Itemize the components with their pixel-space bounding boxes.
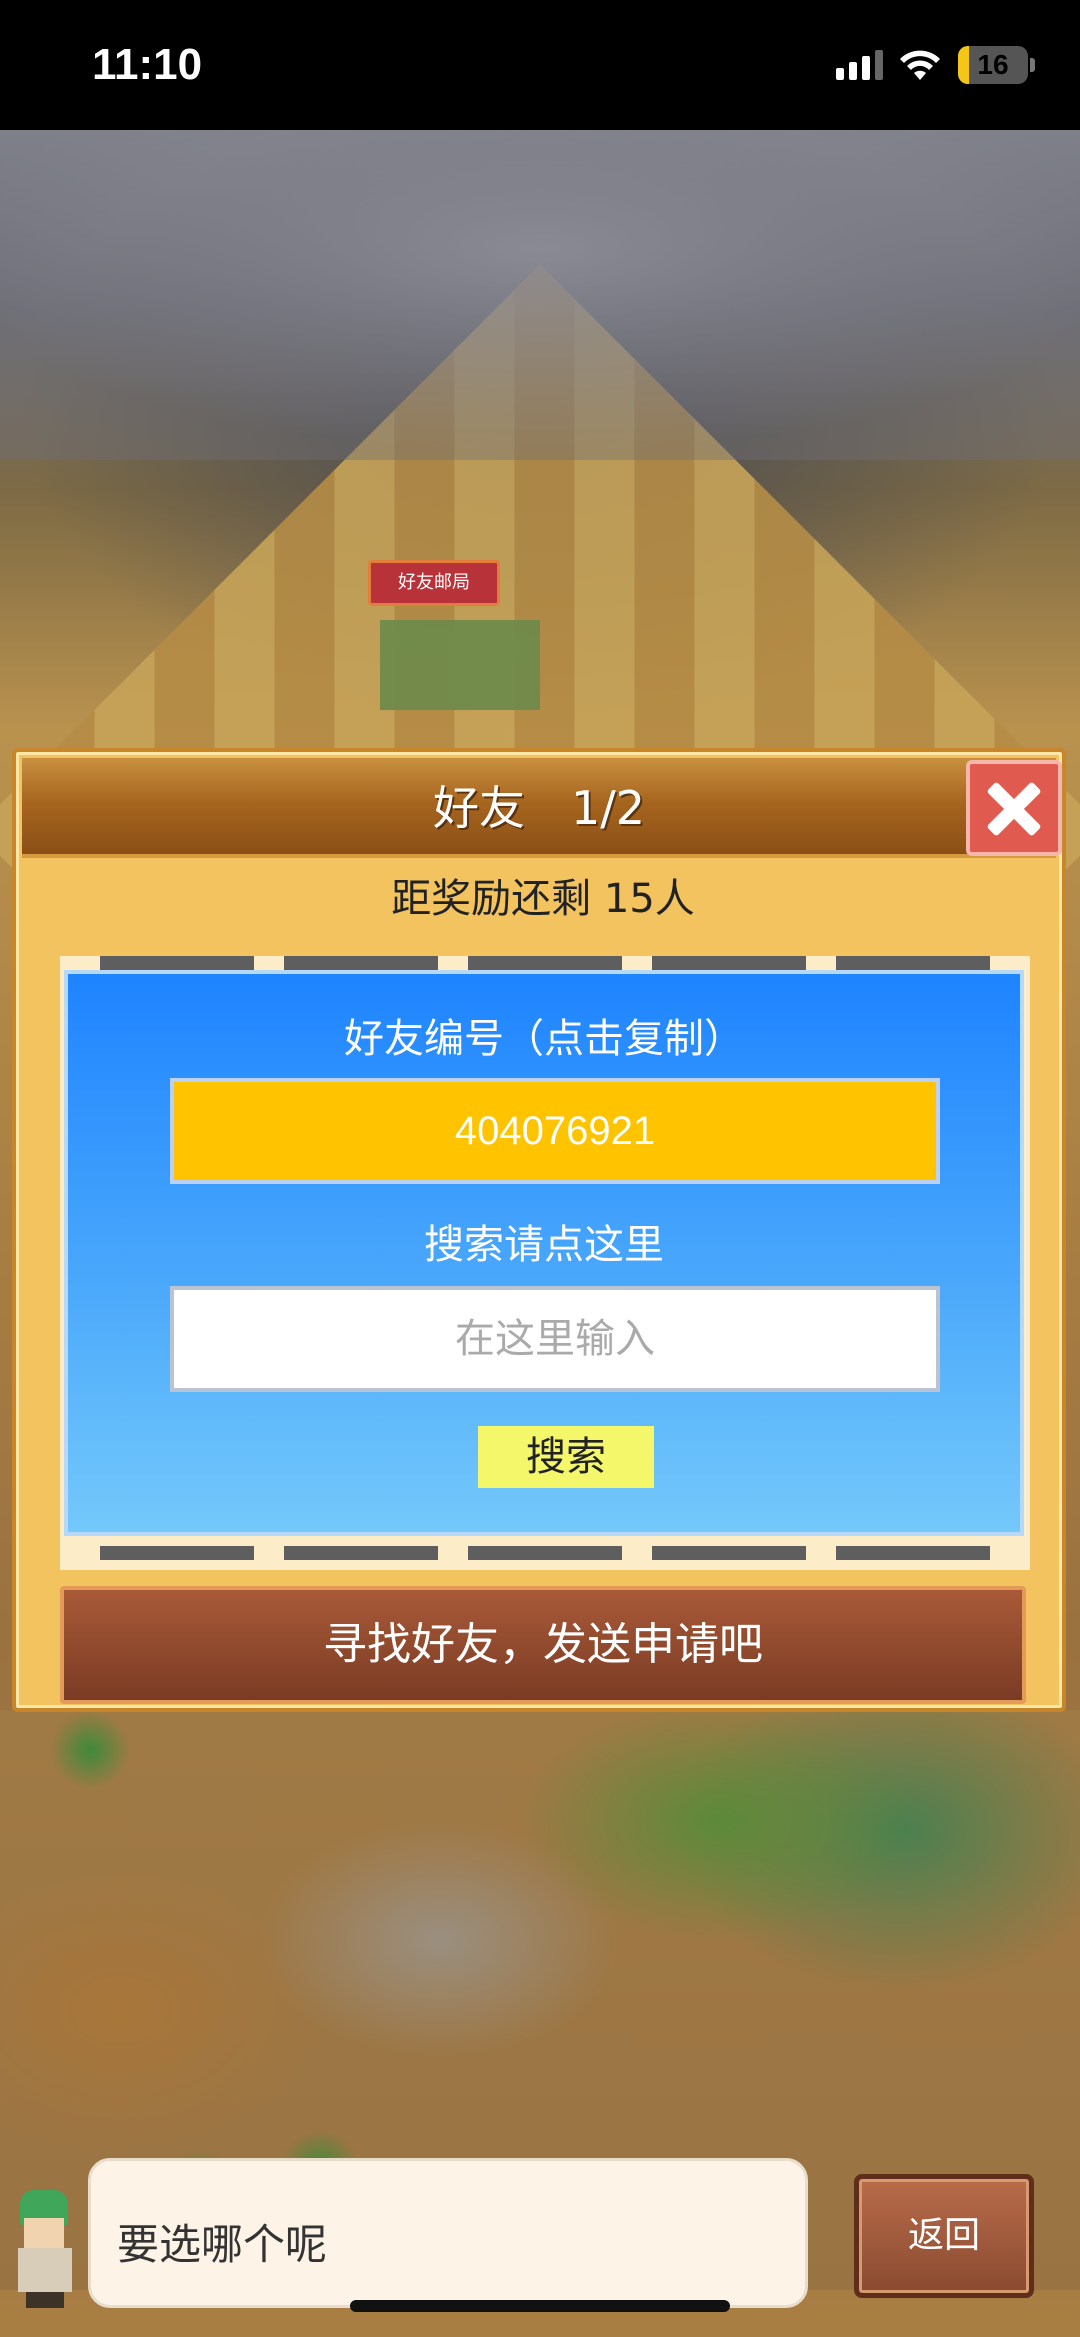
- building-label[interactable]: 好友邮局: [368, 560, 500, 606]
- dialog-title: 好友 1/2: [432, 781, 646, 835]
- friend-id-label[interactable]: 好友编号（点击复制）: [68, 1006, 1020, 1064]
- battery-icon: 16: [958, 46, 1028, 84]
- clock: 11:10: [92, 40, 203, 89]
- reward-progress-text: 距奖励还剩 15人: [391, 876, 695, 922]
- page-slots-top: [100, 956, 990, 970]
- wifi-icon: [900, 50, 940, 80]
- home-indicator[interactable]: [350, 2300, 730, 2312]
- friends-dialog: 好友 1/2 距奖励还剩 15人 好友编号（点击复制） 404076921 搜索…: [12, 748, 1066, 1712]
- status-bar: 11:10 16: [0, 0, 1080, 130]
- back-button[interactable]: 返回: [854, 2174, 1034, 2298]
- battery-cap: [1030, 58, 1035, 72]
- search-label: 搜索请点这里: [424, 1222, 664, 1268]
- search-button[interactable]: 搜索: [478, 1426, 654, 1488]
- signal-icon: [836, 50, 883, 80]
- close-icon[interactable]: [966, 760, 1062, 856]
- find-friends-button[interactable]: 寻找好友，发送申请吧: [60, 1586, 1026, 1704]
- search-input[interactable]: 在这里输入: [170, 1286, 940, 1392]
- page-slots-bottom: [100, 1546, 990, 1560]
- speech-text: 要选哪个呢: [117, 2220, 328, 2269]
- speech-bubble: 要选哪个呢: [88, 2158, 808, 2308]
- battery-level: 16: [977, 49, 1009, 80]
- friend-card: 好友编号（点击复制） 404076921 搜索请点这里 在这里输入 搜索: [64, 970, 1024, 1536]
- friend-id-copy-field[interactable]: 404076921: [170, 1078, 940, 1184]
- friend-card-frame: 好友编号（点击复制） 404076921 搜索请点这里 在这里输入 搜索: [60, 956, 1030, 1570]
- map-fog: [0, 130, 1080, 460]
- dialog-header: 好友 1/2: [22, 758, 1056, 858]
- map-building[interactable]: [380, 620, 540, 710]
- advisor-avatar: [6, 2190, 76, 2310]
